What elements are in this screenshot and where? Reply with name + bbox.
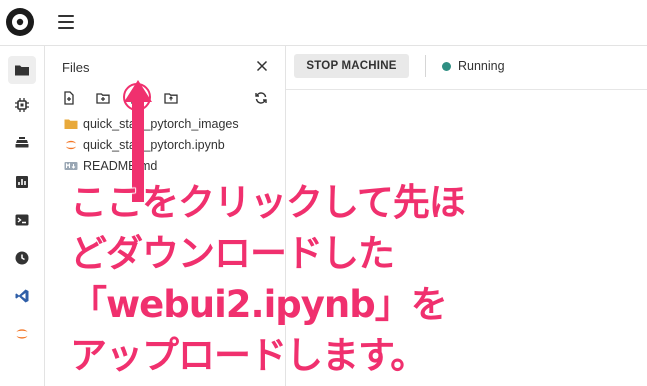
activity-rail bbox=[0, 46, 45, 386]
annotation-line: 「webui2.ipynb」を bbox=[69, 282, 448, 327]
annotation-line: ここをクリックして先ほ bbox=[69, 180, 466, 225]
annotation-line: アップロードします。 bbox=[69, 333, 428, 378]
terminal-icon bbox=[15, 214, 29, 226]
new-file-button[interactable] bbox=[61, 90, 77, 106]
hamburger-menu-icon[interactable] bbox=[58, 15, 74, 29]
rail-files-button[interactable] bbox=[8, 56, 36, 84]
rail-jupyter-button[interactable] bbox=[8, 320, 36, 348]
bar-chart-icon bbox=[16, 176, 28, 188]
stack-icon bbox=[15, 137, 29, 148]
new-folder-icon bbox=[96, 93, 110, 104]
notebook-icon bbox=[66, 140, 76, 150]
refresh-button[interactable] bbox=[253, 90, 269, 106]
rail-stack-button[interactable] bbox=[8, 128, 36, 156]
folder-icon bbox=[15, 65, 29, 76]
vscode-icon bbox=[15, 289, 29, 303]
refresh-icon bbox=[255, 92, 267, 104]
annotation-line: どダウンロードした bbox=[69, 231, 396, 276]
clock-icon bbox=[15, 251, 29, 265]
rail-vscode-button[interactable] bbox=[8, 282, 36, 310]
new-file-icon bbox=[64, 91, 74, 105]
folder-plus-icon bbox=[164, 93, 178, 104]
folder-action-button[interactable] bbox=[163, 90, 179, 106]
annotation-text: ここをクリックして先ほ どダウンロードした 「webui2.ipynb」を アッ… bbox=[69, 177, 490, 381]
machine-toolbar: STOP MACHINE Running bbox=[286, 46, 647, 90]
files-panel-title: Files bbox=[62, 60, 90, 75]
rail-history-button[interactable] bbox=[8, 244, 36, 272]
top-bar bbox=[0, 0, 647, 46]
stop-machine-button[interactable]: STOP MACHINE bbox=[294, 54, 409, 78]
toolbar-divider bbox=[425, 55, 426, 77]
close-icon[interactable] bbox=[256, 60, 268, 72]
folder-icon bbox=[64, 119, 78, 129]
file-name: quick_start_pytorch_images bbox=[83, 117, 239, 131]
markdown-icon bbox=[64, 162, 78, 170]
jupyter-icon bbox=[16, 329, 28, 339]
chip-icon bbox=[15, 98, 29, 112]
status-indicator-dot bbox=[442, 62, 451, 71]
machine-status-text: Running bbox=[458, 59, 505, 73]
rail-compute-button[interactable] bbox=[8, 91, 36, 119]
app-logo-icon[interactable] bbox=[5, 7, 35, 37]
rail-metrics-button[interactable] bbox=[8, 168, 36, 196]
new-folder-button[interactable] bbox=[95, 90, 111, 106]
rail-terminal-button[interactable] bbox=[8, 206, 36, 234]
